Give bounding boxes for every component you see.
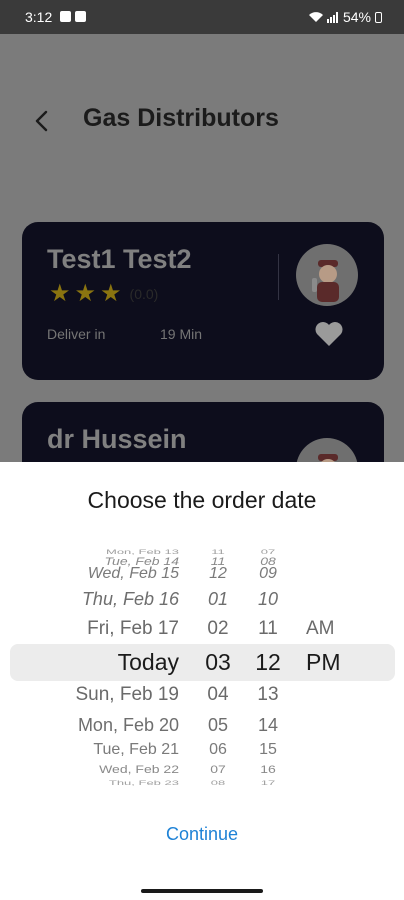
status-right: 54% (308, 9, 382, 25)
divider (278, 254, 279, 300)
wifi-icon (308, 11, 323, 22)
app-notification-icon (75, 11, 86, 22)
rating-value: (0.0) (129, 286, 159, 302)
status-bar: 3:12 54% (0, 0, 404, 34)
worker-avatar-icon (312, 260, 339, 302)
distributor-card[interactable]: Test1 Test2 ★ ★ ★ (0.0) Deliver in 19 Mi… (22, 222, 384, 380)
picker-date: Thu, Feb 16 (81, 589, 179, 609)
status-time: 3:12 (25, 9, 53, 25)
back-arrow-icon[interactable] (30, 108, 56, 134)
picker-hour: 02 (207, 618, 229, 639)
deliver-time: 19 Min (160, 326, 203, 342)
favorite-heart-icon[interactable] (314, 320, 344, 348)
distributor-name: Test1 Test2 (47, 244, 192, 274)
home-indicator (141, 889, 263, 893)
notification-icons (60, 11, 86, 22)
picker-date: Thu, Feb 23 (108, 779, 179, 787)
picker-row[interactable]: Today 03 12 PM (0, 647, 404, 677)
picker-minute: 13 (257, 684, 279, 705)
picker-hour: 03 (205, 649, 231, 675)
rating-stars: ★ ★ ★ (0.0) (49, 282, 158, 306)
page-title: Gas Distributors (83, 104, 279, 132)
picker-hour: 01 (207, 589, 229, 609)
star-icon: ★ (74, 280, 97, 307)
continue-button[interactable]: Continue (0, 824, 404, 845)
picker-date: Today (117, 649, 179, 675)
picker-minute: 10 (257, 589, 279, 609)
picker-date: Fri, Feb 17 (87, 618, 179, 639)
picker-row[interactable]: Thu, Feb 16 01 10 (0, 584, 404, 614)
battery-icon (375, 11, 382, 23)
avatar (296, 244, 358, 306)
date-time-picker[interactable]: Mon, Feb 13 11 07 Tue, Feb 14 11 08 Wed, Feb 1… (0, 542, 404, 787)
picker-minute: 12 (255, 649, 281, 675)
picker-row[interactable]: Fri, Feb 17 02 11 AM (0, 614, 404, 644)
gallery-notification-icon (60, 11, 71, 22)
picker-date: Sun, Feb 19 (75, 684, 179, 705)
picker-minute: 11 (258, 618, 278, 639)
star-icon: ★ (100, 280, 122, 307)
signal-icon (326, 11, 338, 23)
date-picker-sheet: Choose the order date Mon, Feb 13 11 07 Tue… (0, 462, 404, 900)
picker-row[interactable]: Thu, Feb 23 08 17 (0, 776, 404, 791)
sheet-title: Choose the order date (87, 487, 317, 513)
picker-row[interactable]: Sun, Feb 19 04 13 (0, 680, 404, 710)
star-icon: ★ (49, 280, 71, 307)
deliver-label: Deliver in (47, 326, 106, 342)
battery-percent: 54% (342, 9, 371, 25)
picker-ampm: AM (306, 618, 335, 639)
picker-minute: 17 (260, 779, 276, 787)
picker-ampm: PM (306, 649, 341, 675)
picker-hour: 04 (207, 684, 229, 705)
picker-hour: 08 (210, 779, 226, 787)
distributor-name: dr Hussein (47, 424, 187, 454)
